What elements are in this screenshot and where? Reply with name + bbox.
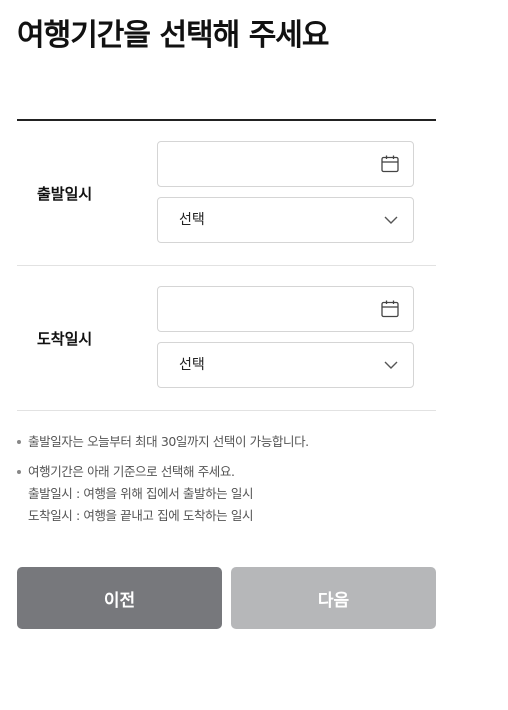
- arrival-time-select[interactable]: 선택: [157, 342, 414, 388]
- arrival-label: 도착일시: [37, 330, 93, 348]
- row-divider: [17, 265, 436, 266]
- prev-button[interactable]: 이전: [17, 567, 222, 629]
- departure-date-input[interactable]: [172, 142, 372, 186]
- next-button[interactable]: 다음: [231, 567, 436, 629]
- top-divider: [17, 119, 436, 121]
- notice-text: 도착일시 : 여행을 끝내고 집에 도착하는 일시: [28, 508, 254, 523]
- notice-list: 출발일자는 오늘부터 최대 30일까지 선택이 가능합니다. 여행기간은 아래 …: [17, 431, 447, 527]
- notice-item: 출발일자는 오늘부터 최대 30일까지 선택이 가능합니다.: [17, 431, 447, 453]
- row-divider: [17, 410, 436, 411]
- departure-time-value: 선택: [179, 212, 205, 228]
- arrival-date-input[interactable]: [172, 287, 372, 331]
- calendar-icon[interactable]: [380, 154, 400, 174]
- departure-time-select[interactable]: 선택: [157, 197, 414, 243]
- chevron-down-icon: [384, 216, 398, 224]
- arrival-date-field[interactable]: [157, 286, 414, 332]
- chevron-down-icon: [384, 361, 398, 369]
- page-title: 여행기간을 선택해 주세요: [17, 18, 329, 53]
- notice-item: 여행기간은 아래 기준으로 선택해 주세요. 출발일시 : 여행을 위해 집에서…: [17, 461, 447, 527]
- arrival-time-value: 선택: [179, 357, 205, 373]
- bullet-dot: [17, 470, 21, 474]
- notice-text: 출발일시 : 여행을 위해 집에서 출발하는 일시: [28, 486, 254, 501]
- bullet-dot: [17, 440, 21, 444]
- notice-text: 출발일자는 오늘부터 최대 30일까지 선택이 가능합니다.: [28, 434, 309, 449]
- notice-text: 여행기간은 아래 기준으로 선택해 주세요.: [28, 464, 235, 479]
- departure-label: 출발일시: [37, 185, 93, 203]
- calendar-icon[interactable]: [380, 299, 400, 319]
- departure-date-field[interactable]: [157, 141, 414, 187]
